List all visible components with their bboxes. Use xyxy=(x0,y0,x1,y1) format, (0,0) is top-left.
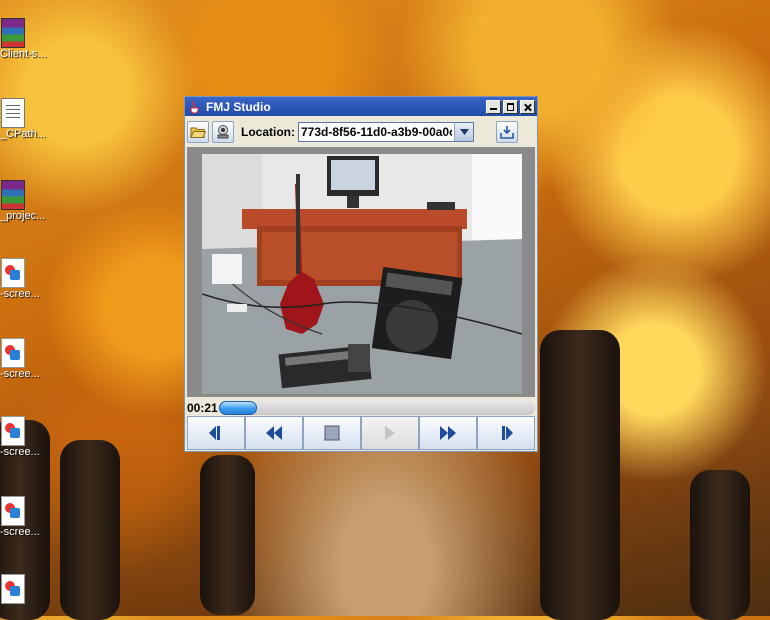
desktop-icon[interactable]: _CPath... xyxy=(0,98,48,162)
rewind-icon xyxy=(266,426,282,440)
image-file-icon xyxy=(1,574,25,604)
rewind-button[interactable] xyxy=(245,416,303,450)
chevron-down-icon xyxy=(459,129,469,135)
desktop-icon[interactable]: _projec... xyxy=(0,180,48,244)
location-label: Location: xyxy=(241,125,295,139)
webcam-icon xyxy=(217,125,229,139)
maximize-button[interactable] xyxy=(503,99,518,114)
window-title: FMJ Studio xyxy=(206,99,271,114)
desktop-icon[interactable]: -scree... xyxy=(0,338,48,402)
desktop-icon[interactable]: Client-s... xyxy=(0,18,48,82)
image-file-icon xyxy=(1,338,25,368)
step-back-button[interactable] xyxy=(187,416,245,450)
tree-trunk xyxy=(200,455,255,615)
location-combobox xyxy=(298,122,474,142)
video-frame[interactable] xyxy=(202,154,522,394)
title-bar[interactable]: FMJ Studio xyxy=(185,97,537,116)
save-button[interactable] xyxy=(496,121,518,143)
progress-row: 00:21 xyxy=(187,399,535,415)
seek-knob[interactable] xyxy=(219,401,257,415)
video-still-image xyxy=(202,154,522,394)
fmj-studio-window: FMJ Studio Location: 773d-8f56-11d0-a3b9… xyxy=(184,96,538,452)
desktop-icon[interactable] xyxy=(0,574,48,616)
desktop-icon-label: -scree... xyxy=(0,288,40,300)
archive-icon xyxy=(1,180,25,210)
close-button[interactable] xyxy=(520,99,535,114)
download-tray-icon xyxy=(500,126,514,139)
minimize-button[interactable] xyxy=(486,99,501,114)
image-file-icon xyxy=(1,416,25,446)
playback-controls xyxy=(187,416,535,450)
image-file-icon xyxy=(1,496,25,526)
desktop-icon[interactable]: -scree... xyxy=(0,416,48,480)
stop-button[interactable] xyxy=(303,416,361,450)
step-forward-icon xyxy=(502,426,513,440)
stop-icon xyxy=(324,425,340,441)
desktop-icon-label: -scree... xyxy=(0,446,40,458)
play-icon xyxy=(385,426,395,440)
step-forward-button[interactable] xyxy=(477,416,535,450)
capture-device-button[interactable] xyxy=(212,121,234,143)
fast-forward-button[interactable] xyxy=(419,416,477,450)
tree-trunk xyxy=(540,330,620,620)
desktop-icon[interactable]: -scree... xyxy=(0,258,48,322)
play-button[interactable] xyxy=(361,416,419,450)
archive-icon xyxy=(1,18,25,48)
desktop-icon-label: -scree... xyxy=(0,368,40,380)
open-file-button[interactable] xyxy=(187,121,209,143)
tree-trunk xyxy=(60,440,120,620)
elapsed-time: 00:21 xyxy=(187,401,218,415)
folder-open-icon xyxy=(190,127,206,138)
video-panel xyxy=(187,147,535,397)
toolbar: Location: xyxy=(187,119,535,145)
text-file-icon xyxy=(1,98,25,128)
desktop-icon-label: _CPath... xyxy=(0,128,46,140)
image-file-icon xyxy=(1,258,25,288)
seek-bar[interactable] xyxy=(219,401,535,415)
location-input[interactable] xyxy=(299,125,454,139)
desktop-icon[interactable]: -scree... xyxy=(0,496,48,560)
tree-trunk xyxy=(690,470,750,620)
step-back-icon xyxy=(209,426,220,440)
location-dropdown-button[interactable] xyxy=(454,123,473,141)
desktop-icon-label: -scree... xyxy=(0,526,40,538)
java-cup-icon xyxy=(190,100,199,113)
desktop-icon-label: Client-s... xyxy=(0,48,47,60)
desktop-icon-label: _projec... xyxy=(0,210,46,222)
fast-forward-icon xyxy=(440,426,456,440)
